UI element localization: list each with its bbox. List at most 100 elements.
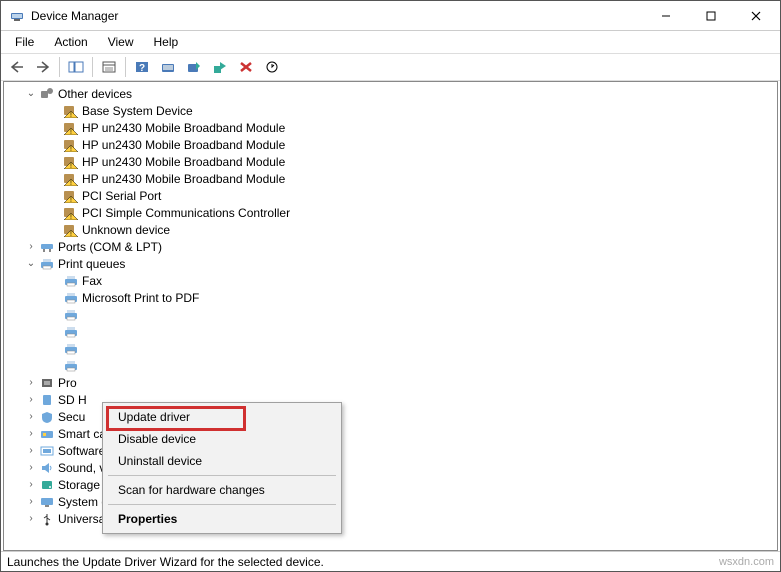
app-icon bbox=[9, 8, 25, 24]
tree-node-ports[interactable]: › Ports (COM & LPT) bbox=[4, 238, 777, 255]
tree-item[interactable]: ! HP un2430 Mobile Broadband Module bbox=[4, 153, 777, 170]
chevron-right-icon[interactable]: › bbox=[24, 427, 38, 441]
toolbar-sep bbox=[59, 57, 60, 77]
warning-device-icon: ! bbox=[62, 222, 80, 238]
tree-label: Other devices bbox=[58, 87, 132, 101]
chevron-right-icon[interactable]: › bbox=[24, 376, 38, 390]
warning-device-icon: ! bbox=[62, 205, 80, 221]
ports-icon bbox=[38, 239, 56, 255]
tree-node-print-queues[interactable]: ⌄ Print queues bbox=[4, 255, 777, 272]
tree-item[interactable] bbox=[4, 340, 777, 357]
toolbar-sep bbox=[125, 57, 126, 77]
chevron-down-icon[interactable]: ⌄ bbox=[24, 257, 38, 271]
printer-icon bbox=[62, 341, 80, 357]
warning-device-icon: ! bbox=[62, 154, 80, 170]
svg-text:?: ? bbox=[139, 63, 145, 74]
window-title: Device Manager bbox=[31, 9, 643, 23]
back-button[interactable] bbox=[5, 55, 29, 79]
tree-item[interactable]: ! HP un2430 Mobile Broadband Module bbox=[4, 136, 777, 153]
tree-item[interactable] bbox=[4, 323, 777, 340]
chevron-right-icon[interactable]: › bbox=[24, 495, 38, 509]
status-bar: Launches the Update Driver Wizard for th… bbox=[1, 551, 780, 571]
sd-icon bbox=[38, 392, 56, 408]
context-properties[interactable]: Properties bbox=[106, 508, 338, 530]
smart-card-icon bbox=[38, 426, 56, 442]
forward-button[interactable] bbox=[31, 55, 55, 79]
warning-device-icon: ! bbox=[62, 120, 80, 136]
titlebar: Device Manager bbox=[1, 1, 780, 31]
menu-view[interactable]: View bbox=[100, 33, 142, 51]
printer-icon bbox=[62, 273, 80, 289]
tree-item[interactable]: Fax bbox=[4, 272, 777, 289]
storage-icon bbox=[38, 477, 56, 493]
printer-icon bbox=[62, 290, 80, 306]
tree-label: HP un2430 Mobile Broadband Module bbox=[82, 121, 285, 135]
tree-label: Print queues bbox=[58, 257, 125, 271]
tree-item[interactable] bbox=[4, 306, 777, 323]
tree-item[interactable]: !PCI Serial Port bbox=[4, 187, 777, 204]
minimize-button[interactable] bbox=[643, 1, 688, 30]
tree-item[interactable]: ! Unknown device bbox=[4, 221, 777, 238]
menu-action[interactable]: Action bbox=[46, 33, 95, 51]
context-sep bbox=[108, 504, 336, 505]
help-button[interactable]: ? bbox=[130, 55, 154, 79]
tree-label: Pro bbox=[58, 376, 77, 390]
chevron-right-icon[interactable]: › bbox=[24, 410, 38, 424]
tree-node-other-devices[interactable]: ⌄ Other devices bbox=[4, 85, 777, 102]
tree-label: HP un2430 Mobile Broadband Module bbox=[82, 138, 285, 152]
uninstall-button[interactable] bbox=[234, 55, 258, 79]
status-text: Launches the Update Driver Wizard for th… bbox=[7, 555, 324, 569]
tree-item[interactable]: !HP un2430 Mobile Broadband Module bbox=[4, 119, 777, 136]
chevron-right-icon[interactable]: › bbox=[24, 240, 38, 254]
svg-text:!: ! bbox=[70, 146, 72, 152]
tree-item[interactable] bbox=[4, 357, 777, 374]
warning-device-icon: ! bbox=[62, 103, 80, 119]
tree-label: HP un2430 Mobile Broadband Module bbox=[82, 172, 285, 186]
scan-button[interactable] bbox=[156, 55, 180, 79]
tree-label: PCI Simple Communications Controller bbox=[82, 206, 290, 220]
sound-icon bbox=[38, 460, 56, 476]
chevron-right-icon[interactable]: › bbox=[24, 512, 38, 526]
tree-item[interactable]: !PCI Simple Communications Controller bbox=[4, 204, 777, 221]
context-disable-device[interactable]: Disable device bbox=[106, 428, 338, 450]
tree-item[interactable]: !Base System Device bbox=[4, 102, 777, 119]
warning-device-icon: ! bbox=[62, 171, 80, 187]
security-icon bbox=[38, 409, 56, 425]
tree-node-processors[interactable]: › Pro bbox=[4, 374, 777, 391]
svg-text:!: ! bbox=[70, 197, 72, 203]
tree-item[interactable]: !HP un2430 Mobile Broadband Module bbox=[4, 170, 777, 187]
chevron-right-icon[interactable]: › bbox=[24, 393, 38, 407]
legacy-scan-button[interactable] bbox=[260, 55, 284, 79]
system-icon bbox=[38, 494, 56, 510]
tree-label: Microsoft Print to PDF bbox=[82, 291, 199, 305]
menu-file[interactable]: File bbox=[7, 33, 42, 51]
processor-icon bbox=[38, 375, 56, 391]
close-button[interactable] bbox=[733, 1, 778, 30]
svg-text:!: ! bbox=[70, 163, 72, 169]
context-uninstall-device[interactable]: Uninstall device bbox=[106, 450, 338, 472]
enable-button[interactable] bbox=[208, 55, 232, 79]
maximize-button[interactable] bbox=[688, 1, 733, 30]
context-sep bbox=[108, 475, 336, 476]
chevron-right-icon[interactable]: › bbox=[24, 444, 38, 458]
printer-icon bbox=[62, 307, 80, 323]
chevron-right-icon[interactable]: › bbox=[24, 461, 38, 475]
chevron-right-icon[interactable]: › bbox=[24, 478, 38, 492]
context-scan-hardware[interactable]: Scan for hardware changes bbox=[106, 479, 338, 501]
update-driver-button[interactable] bbox=[182, 55, 206, 79]
tree-item[interactable]: Microsoft Print to PDF bbox=[4, 289, 777, 306]
tree-label: Unknown device bbox=[82, 223, 170, 237]
printer-icon bbox=[38, 256, 56, 272]
chevron-down-icon[interactable]: ⌄ bbox=[24, 87, 38, 101]
context-update-driver[interactable]: Update driver bbox=[106, 406, 338, 428]
svg-text:!: ! bbox=[70, 112, 72, 118]
menu-help[interactable]: Help bbox=[146, 33, 187, 51]
device-tree[interactable]: ⌄ Other devices !Base System Device !HP … bbox=[3, 81, 778, 551]
properties-button[interactable] bbox=[97, 55, 121, 79]
menubar: File Action View Help bbox=[1, 31, 780, 53]
printer-icon bbox=[62, 358, 80, 374]
tree-label: Fax bbox=[82, 274, 102, 288]
svg-text:!: ! bbox=[70, 231, 72, 237]
tree-label: HP un2430 Mobile Broadband Module bbox=[82, 155, 285, 169]
show-hide-tree-button[interactable] bbox=[64, 55, 88, 79]
